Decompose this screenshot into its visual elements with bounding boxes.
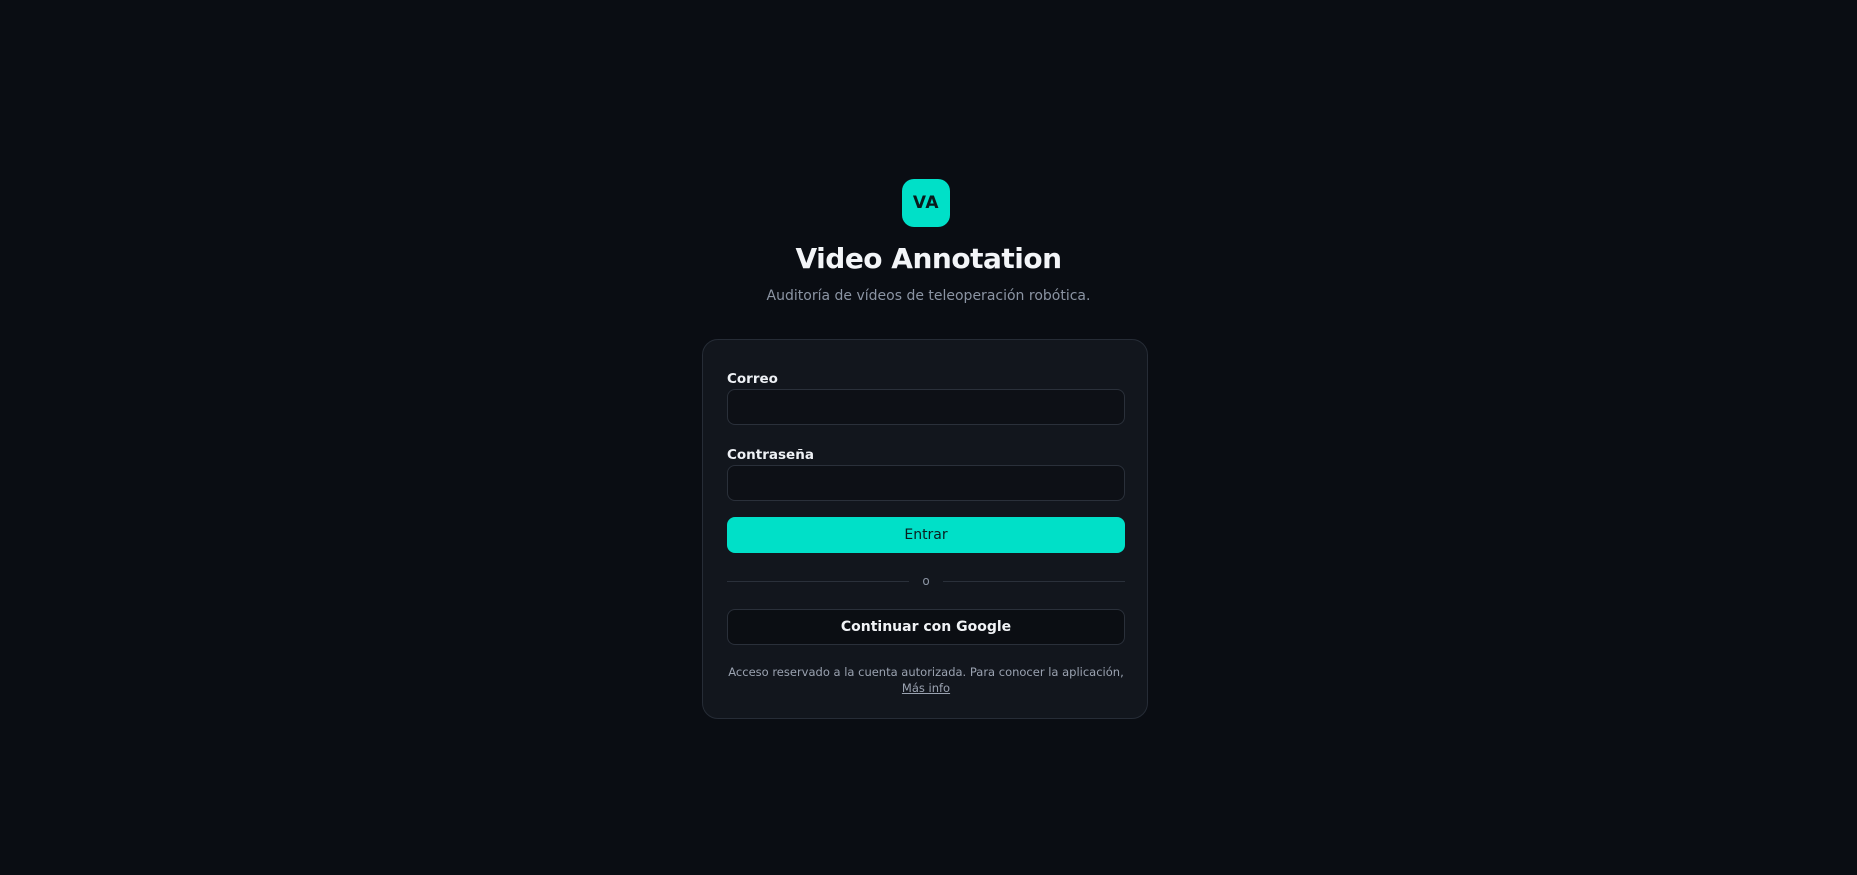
login-page: VA Video Annotation Auditoría de vídeos …	[0, 0, 1857, 875]
google-login-button[interactable]: Continuar con Google	[727, 609, 1125, 645]
app-logo: VA	[902, 179, 950, 227]
or-divider: o	[727, 573, 1125, 589]
divider-line-right	[943, 581, 1125, 582]
password-input[interactable]	[727, 465, 1125, 501]
login-card: Correo Contraseña Entrar o Continuar con…	[702, 339, 1148, 719]
login-button[interactable]: Entrar	[727, 517, 1125, 553]
password-label: Contraseña	[727, 447, 814, 463]
access-note-text: Acceso reservado a la cuenta autorizada.…	[728, 665, 1124, 679]
app-title: Video Annotation	[795, 242, 1063, 275]
more-info-link[interactable]: Más info	[902, 681, 950, 695]
email-input[interactable]	[727, 389, 1125, 425]
app-subtitle: Auditoría de vídeos de teleoperación rob…	[766, 288, 1091, 304]
email-label: Correo	[727, 371, 778, 387]
access-note: Acceso reservado a la cuenta autorizada.…	[727, 664, 1125, 696]
